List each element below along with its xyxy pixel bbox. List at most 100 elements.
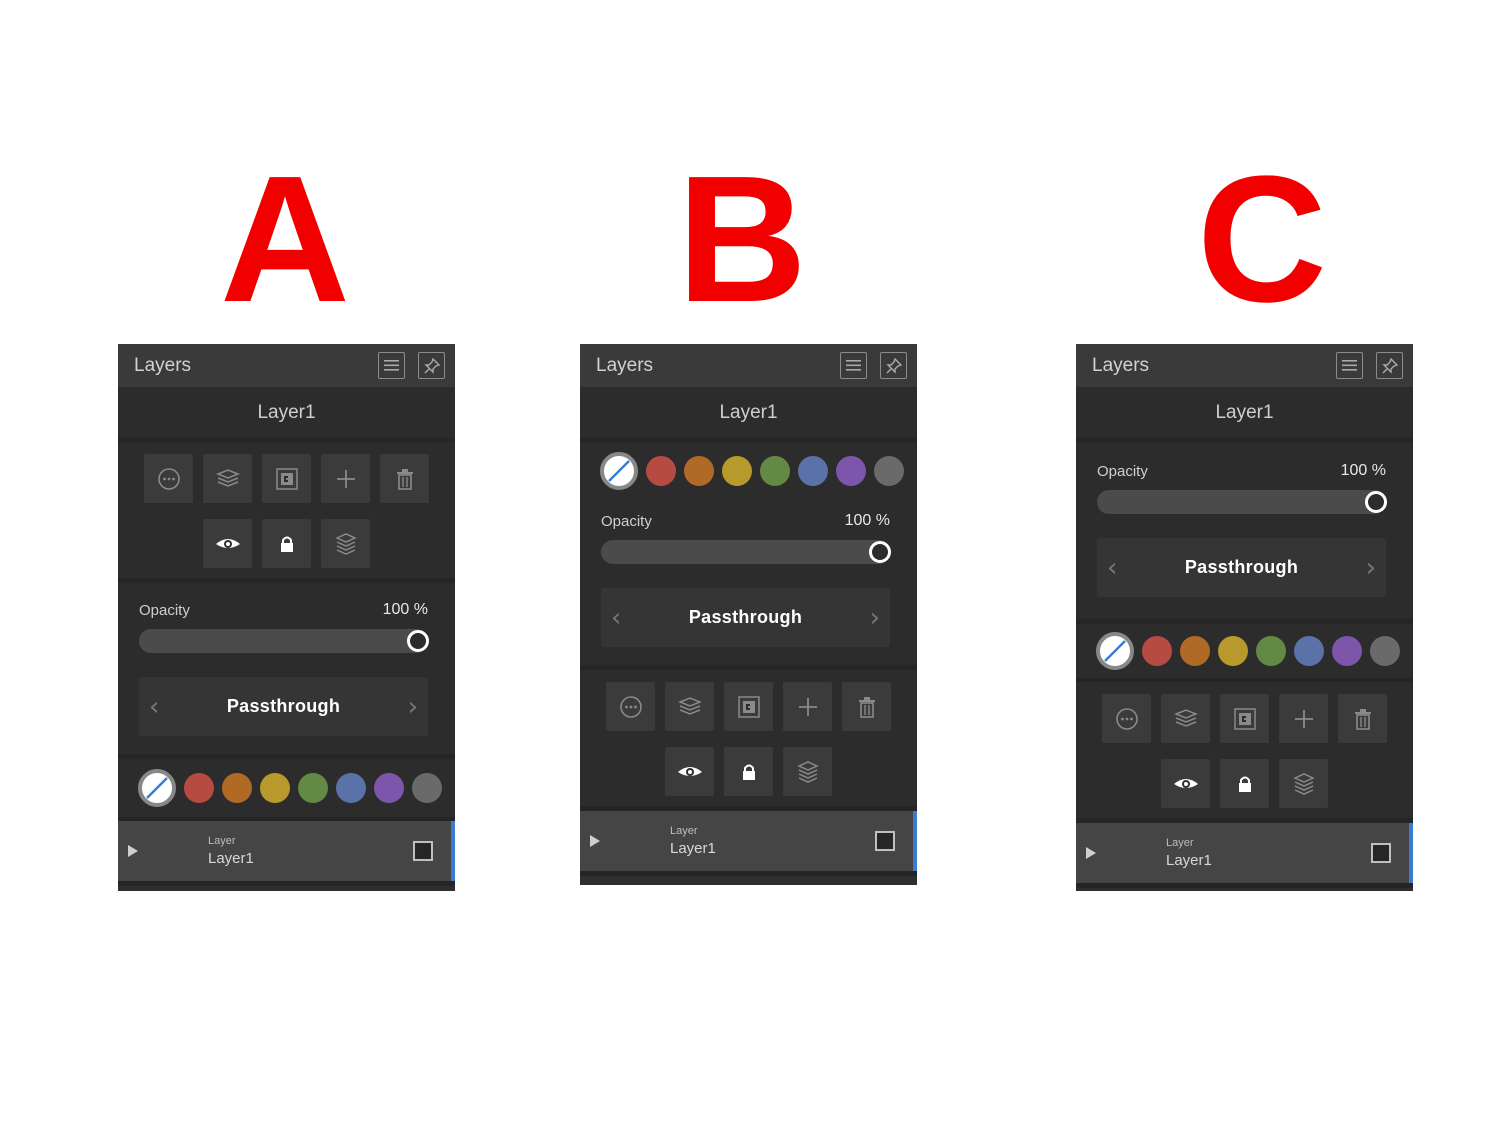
- blend-mode-selector[interactable]: ‹ Passthrough ›: [1097, 538, 1386, 597]
- swatch-yellow[interactable]: [1218, 636, 1248, 666]
- no-color-swatch[interactable]: [600, 452, 638, 490]
- opacity-slider-knob[interactable]: [1365, 491, 1387, 513]
- swatch-gray[interactable]: [412, 773, 442, 803]
- swatch-purple[interactable]: [836, 456, 866, 486]
- color-tags: [118, 759, 455, 821]
- pin-icon[interactable]: [418, 352, 445, 379]
- color-tags: [580, 442, 917, 500]
- layer-kind: Layer: [208, 835, 236, 847]
- opacity-slider[interactable]: [1097, 490, 1387, 514]
- layer-list-item[interactable]: Layer Layer1: [1076, 823, 1413, 883]
- layer-list-item[interactable]: Layer Layer1: [580, 811, 917, 871]
- clip-mask-icon[interactable]: [1220, 694, 1269, 743]
- trash-icon[interactable]: [842, 682, 891, 731]
- opacity-section: Opacity 100 % ‹ Passthrough ›: [118, 583, 455, 759]
- current-layer-title: Layer1: [1076, 387, 1413, 442]
- layer-name: Layer1: [208, 850, 254, 867]
- expand-triangle-icon[interactable]: [128, 845, 138, 857]
- menu-icon[interactable]: [840, 352, 867, 379]
- layer-name: Layer1: [670, 840, 716, 857]
- more-icon[interactable]: [606, 682, 655, 731]
- opacity-label: Opacity: [1097, 463, 1148, 480]
- swatch-green[interactable]: [298, 773, 328, 803]
- no-color-swatch[interactable]: [138, 769, 176, 807]
- eye-icon[interactable]: [665, 747, 714, 796]
- lock-icon[interactable]: [1220, 759, 1269, 808]
- layers-stack-icon[interactable]: [665, 682, 714, 731]
- menu-icon[interactable]: [1336, 352, 1363, 379]
- panel-header: Layers: [1076, 344, 1413, 387]
- swatch-red[interactable]: [1142, 636, 1172, 666]
- swatch-blue[interactable]: [336, 773, 366, 803]
- chevron-left-icon[interactable]: ‹: [611, 605, 621, 631]
- swatch-gray[interactable]: [874, 456, 904, 486]
- opacity-slider[interactable]: [139, 629, 429, 653]
- swatch-red[interactable]: [184, 773, 214, 803]
- chevron-left-icon[interactable]: ‹: [149, 694, 159, 720]
- opacity-value: 100 %: [1340, 462, 1386, 479]
- opacity-slider[interactable]: [601, 540, 891, 564]
- layers-stack-icon[interactable]: [1161, 694, 1210, 743]
- expand-triangle-icon[interactable]: [590, 835, 600, 847]
- layer-tools: [1076, 682, 1413, 823]
- more-icon[interactable]: [144, 454, 193, 503]
- layer-kind: Layer: [1166, 837, 1194, 849]
- swatch-orange[interactable]: [222, 773, 252, 803]
- swatch-yellow[interactable]: [722, 456, 752, 486]
- blend-mode-label: Passthrough: [1184, 557, 1299, 577]
- chevron-left-icon[interactable]: ‹: [1107, 555, 1117, 581]
- panel-title: Layers: [1092, 354, 1150, 376]
- layer-visibility-checkbox[interactable]: [413, 841, 433, 861]
- trash-icon[interactable]: [1338, 694, 1387, 743]
- layer-list-item[interactable]: Layer Layer1: [118, 821, 455, 881]
- expand-triangle-icon[interactable]: [1086, 847, 1096, 859]
- opacity-slider-knob[interactable]: [407, 630, 429, 652]
- swatch-green[interactable]: [1256, 636, 1286, 666]
- more-icon[interactable]: [1102, 694, 1151, 743]
- pin-icon[interactable]: [880, 352, 907, 379]
- swatch-orange[interactable]: [1180, 636, 1210, 666]
- merge-layers-icon[interactable]: [1279, 759, 1328, 808]
- clip-mask-icon[interactable]: [262, 454, 311, 503]
- panel-title: Layers: [134, 354, 192, 376]
- blend-mode-selector[interactable]: ‹ Passthrough ›: [139, 677, 428, 736]
- swatch-red[interactable]: [646, 456, 676, 486]
- swatch-gray[interactable]: [1370, 636, 1400, 666]
- layers-panel-a: Layers Layer1 Opacity 100 % ‹ Passthroug…: [118, 344, 455, 891]
- layers-stack-icon[interactable]: [203, 454, 252, 503]
- color-tags: [1076, 624, 1413, 682]
- lock-icon[interactable]: [262, 519, 311, 568]
- swatch-green[interactable]: [760, 456, 790, 486]
- plus-icon[interactable]: [783, 682, 832, 731]
- merge-layers-icon[interactable]: [783, 747, 832, 796]
- layer-visibility-checkbox[interactable]: [875, 831, 895, 851]
- swatch-blue[interactable]: [1294, 636, 1324, 666]
- opacity-slider-knob[interactable]: [869, 541, 891, 563]
- swatch-purple[interactable]: [374, 773, 404, 803]
- opacity-section: Opacity 100 % ‹ Passthrough ›: [580, 500, 917, 670]
- no-color-swatch[interactable]: [1096, 632, 1134, 670]
- plus-icon[interactable]: [321, 454, 370, 503]
- chevron-right-icon[interactable]: ›: [870, 605, 880, 631]
- layer-name: Layer1: [1166, 852, 1212, 869]
- chevron-right-icon[interactable]: ›: [1366, 555, 1376, 581]
- pin-icon[interactable]: [1376, 352, 1403, 379]
- layers-panel-c: Layers Layer1 Opacity 100 % ‹ Passthroug…: [1076, 344, 1413, 891]
- layer-visibility-checkbox[interactable]: [1371, 843, 1391, 863]
- lock-icon[interactable]: [724, 747, 773, 796]
- eye-icon[interactable]: [1161, 759, 1210, 808]
- merge-layers-icon[interactable]: [321, 519, 370, 568]
- swatch-purple[interactable]: [1332, 636, 1362, 666]
- swatch-yellow[interactable]: [260, 773, 290, 803]
- eye-icon[interactable]: [203, 519, 252, 568]
- clip-mask-icon[interactable]: [724, 682, 773, 731]
- plus-icon[interactable]: [1279, 694, 1328, 743]
- swatch-orange[interactable]: [684, 456, 714, 486]
- swatch-blue[interactable]: [798, 456, 828, 486]
- chevron-right-icon[interactable]: ›: [408, 694, 418, 720]
- panel-title: Layers: [596, 354, 654, 376]
- blend-mode-selector[interactable]: ‹ Passthrough ›: [601, 588, 890, 647]
- trash-icon[interactable]: [380, 454, 429, 503]
- menu-icon[interactable]: [378, 352, 405, 379]
- opacity-label: Opacity: [601, 513, 652, 530]
